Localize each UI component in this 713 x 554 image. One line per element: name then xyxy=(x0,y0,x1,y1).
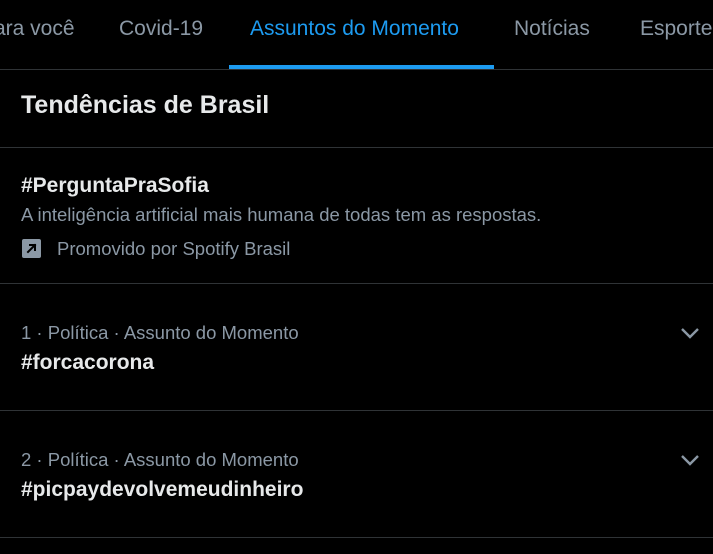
trend-item[interactable]: 2 · Política · Assunto do Momento #picpa… xyxy=(0,411,713,537)
chevron-down-icon[interactable] xyxy=(678,451,702,469)
tab-sports[interactable]: Esporte xyxy=(640,0,712,69)
trend-meta: 1 · Política · Assunto do Momento xyxy=(21,322,299,343)
tab-bar: ara você Covid-19 Assuntos do Momento No… xyxy=(0,0,713,70)
trend-item[interactable]: 1 · Política · Assunto do Momento #forca… xyxy=(0,284,713,410)
promoted-by-label: Promovido por Spotify Brasil xyxy=(57,238,291,259)
section-title: Tendências de Brasil xyxy=(21,91,270,119)
trend-name[interactable]: #forcacorona xyxy=(21,351,154,375)
divider xyxy=(0,537,713,538)
tab-trending[interactable]: Assuntos do Momento xyxy=(250,0,459,69)
tab-covid-19[interactable]: Covid-19 xyxy=(119,0,203,69)
chevron-down-icon[interactable] xyxy=(678,324,702,342)
tab-news[interactable]: Notícias xyxy=(514,0,590,69)
promoted-description: A inteligência artificial mais humana de… xyxy=(21,204,542,225)
trend-meta: 2 · Política · Assunto do Momento xyxy=(21,449,299,470)
tab-for-you[interactable]: ara você xyxy=(0,0,75,69)
active-tab-indicator xyxy=(229,65,494,69)
promoted-trend[interactable]: #PerguntaPraSofia A inteligência artific… xyxy=(0,148,713,283)
promoted-hashtag[interactable]: #PerguntaPraSofia xyxy=(21,174,209,198)
promoted-arrow-icon xyxy=(22,239,41,258)
trend-name[interactable]: #picpaydevolvemeudinheiro xyxy=(21,478,303,502)
